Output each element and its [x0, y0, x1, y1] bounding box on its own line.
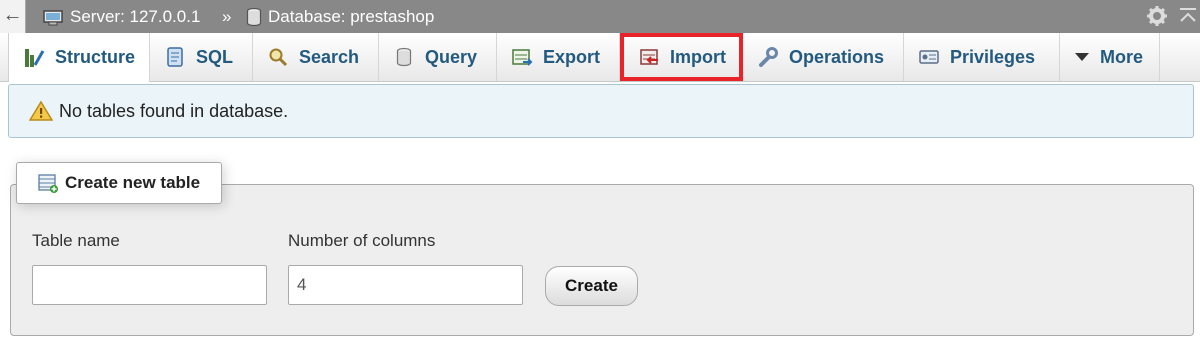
top-breadcrumb-bar: ← Server: 127.0.0.1 » Database: prestash… [0, 0, 1200, 33]
tab-label: Operations [789, 46, 885, 67]
tab-label: More [1100, 46, 1144, 67]
server-icon [43, 9, 63, 25]
breadcrumb-separator: » [222, 7, 232, 26]
search-icon [269, 48, 288, 67]
server-label: Server: 127.0.0.1 [70, 6, 201, 26]
tab-bar: Structure SQL Search Query Export Import… [0, 33, 1200, 82]
warning-icon [29, 100, 53, 121]
columns-input[interactable]: 4 [288, 265, 523, 305]
privileges-icon [919, 50, 939, 64]
sql-icon [167, 47, 183, 67]
table-name-input[interactable] [32, 265, 267, 305]
back-arrow-button[interactable]: ← [0, 0, 26, 33]
tab-label: Export [543, 46, 601, 67]
create-table-fieldset [10, 184, 1194, 336]
import-icon [640, 49, 658, 65]
tab-structure[interactable]: Structure [8, 33, 150, 82]
tab-export[interactable]: Export [497, 33, 620, 81]
tab-label: Structure [55, 47, 136, 67]
tab-sql[interactable]: SQL [150, 33, 253, 81]
tab-search[interactable]: Search [253, 33, 379, 81]
breadcrumb-database[interactable]: Database: prestashop [246, 0, 434, 33]
tab-label: Privileges [950, 46, 1036, 67]
create-table-legend: Create new table [16, 162, 222, 204]
gear-icon[interactable] [1146, 4, 1168, 28]
tab-label: Import [670, 46, 726, 67]
tab-query[interactable]: Query [379, 33, 497, 81]
tab-import[interactable]: Import [620, 33, 743, 81]
wrench-icon [759, 47, 778, 67]
breadcrumb-server[interactable]: Server: 127.0.0.1 [42, 0, 200, 33]
tab-privileges[interactable]: Privileges [904, 33, 1060, 81]
tab-label: SQL [196, 46, 234, 67]
notice-text: No tables found in database. [59, 100, 289, 121]
tab-label: Search [299, 46, 360, 67]
collapse-up-icon[interactable] [1178, 4, 1198, 28]
tab-operations[interactable]: Operations [743, 33, 904, 81]
export-icon [512, 49, 533, 66]
table-name-label: Table name [32, 231, 120, 250]
tab-label: Query [425, 46, 478, 67]
structure-icon [25, 48, 45, 67]
database-label: Database: prestashop [268, 6, 435, 26]
empty-database-notice: No tables found in database. [8, 84, 1194, 138]
caret-down-icon [1075, 53, 1089, 61]
legend-title: Create new table [65, 173, 201, 192]
database-icon [246, 7, 262, 26]
query-icon [396, 47, 412, 67]
create-button[interactable]: Create [545, 266, 638, 306]
new-table-icon [38, 174, 58, 193]
tab-more[interactable]: More [1060, 33, 1160, 81]
columns-label: Number of columns [288, 231, 436, 250]
